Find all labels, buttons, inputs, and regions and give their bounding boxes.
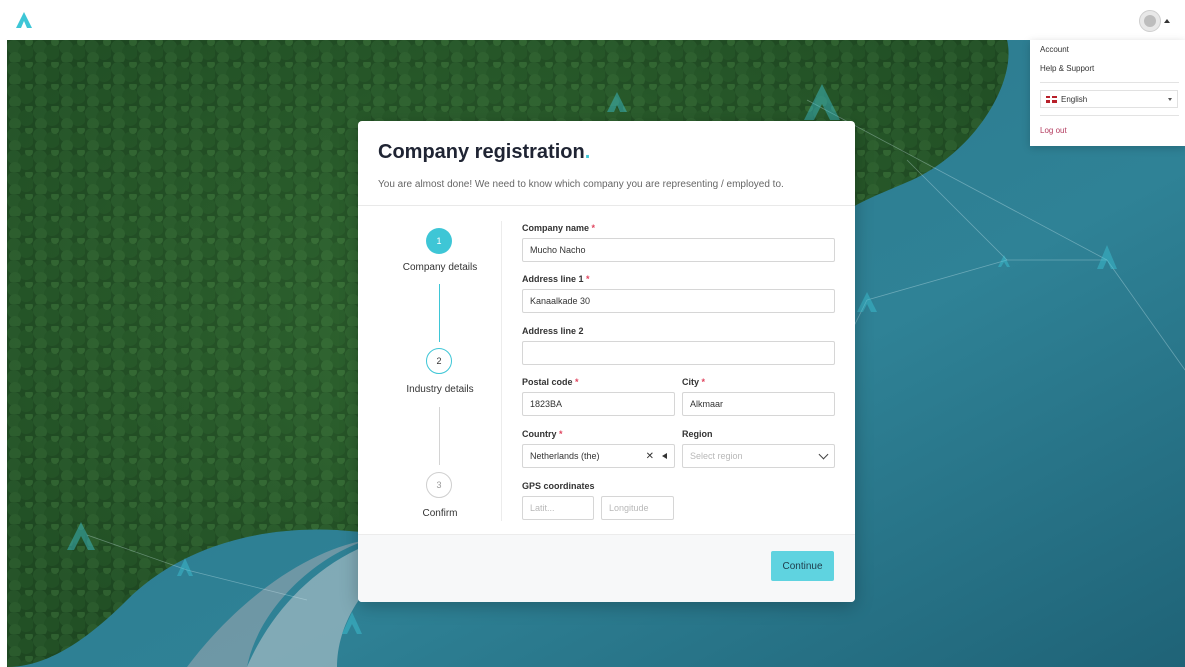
card-footer: Continue: [358, 534, 855, 602]
latitude-input[interactable]: Latit...: [522, 496, 594, 520]
account-dropdown-menu: Account Help & Support English Log out: [1030, 40, 1185, 146]
user-avatar-icon: [1139, 10, 1161, 32]
title-dot: .: [584, 141, 591, 163]
step-3-indicator[interactable]: 3: [426, 472, 452, 498]
menu-divider: [1040, 82, 1179, 83]
postal-code-input[interactable]: 1823BA: [522, 392, 675, 416]
step-1-indicator[interactable]: 1: [426, 228, 452, 254]
company-name-label: Company name *: [522, 223, 596, 233]
page-subtitle: You are almost done! We need to know whi…: [378, 179, 784, 190]
step-connector-1: [439, 284, 440, 342]
address-line-1-input[interactable]: Kanaalkade 30: [522, 289, 835, 313]
step-1-label: Company details: [402, 262, 478, 273]
city-label: City *: [682, 377, 706, 387]
menu-divider: [1040, 115, 1179, 116]
step-3-label: Confirm: [422, 508, 458, 519]
address-line-2-label: Address line 2: [522, 326, 584, 336]
top-bar: [0, 0, 1185, 40]
menu-item-help-support[interactable]: Help & Support: [1040, 64, 1094, 73]
caret-up-icon: [1164, 19, 1170, 23]
step-2-label: Industry details: [406, 384, 474, 395]
menu-item-account[interactable]: Account: [1040, 45, 1069, 54]
gps-coordinates-label: GPS coordinates: [522, 481, 595, 491]
close-icon[interactable]: ✕: [646, 451, 654, 462]
menu-item-log-out[interactable]: Log out: [1040, 126, 1067, 135]
continue-button[interactable]: Continue: [771, 551, 834, 581]
stepper-divider: [501, 221, 502, 521]
brand-logo-icon[interactable]: [14, 10, 34, 30]
step-2-indicator[interactable]: 2: [426, 348, 452, 374]
country-select[interactable]: Netherlands (the) ✕: [522, 444, 675, 468]
country-label: Country *: [522, 429, 563, 439]
region-select[interactable]: Select region: [682, 444, 835, 468]
chevron-down-icon: [1168, 97, 1172, 101]
page-title: Company registration.: [378, 141, 591, 163]
longitude-input[interactable]: Longitude: [601, 496, 674, 520]
chevron-down-icon: [818, 449, 829, 460]
header-divider: [358, 205, 855, 206]
account-menu-button[interactable]: [1139, 8, 1179, 34]
uk-flag-icon: [1046, 95, 1057, 103]
language-select[interactable]: English: [1040, 90, 1178, 108]
language-select-value: English: [1061, 94, 1088, 104]
region-label: Region: [682, 429, 713, 439]
city-input[interactable]: Alkmaar: [682, 392, 835, 416]
address-line-1-label: Address line 1 *: [522, 274, 590, 284]
registration-card: Company registration. You are almost don…: [358, 121, 855, 602]
step-connector-2: [439, 407, 440, 465]
postal-code-label: Postal code *: [522, 377, 579, 387]
company-name-input[interactable]: Mucho Nacho: [522, 238, 835, 262]
triangle-left-icon[interactable]: [662, 453, 667, 459]
address-line-2-input[interactable]: [522, 341, 835, 365]
